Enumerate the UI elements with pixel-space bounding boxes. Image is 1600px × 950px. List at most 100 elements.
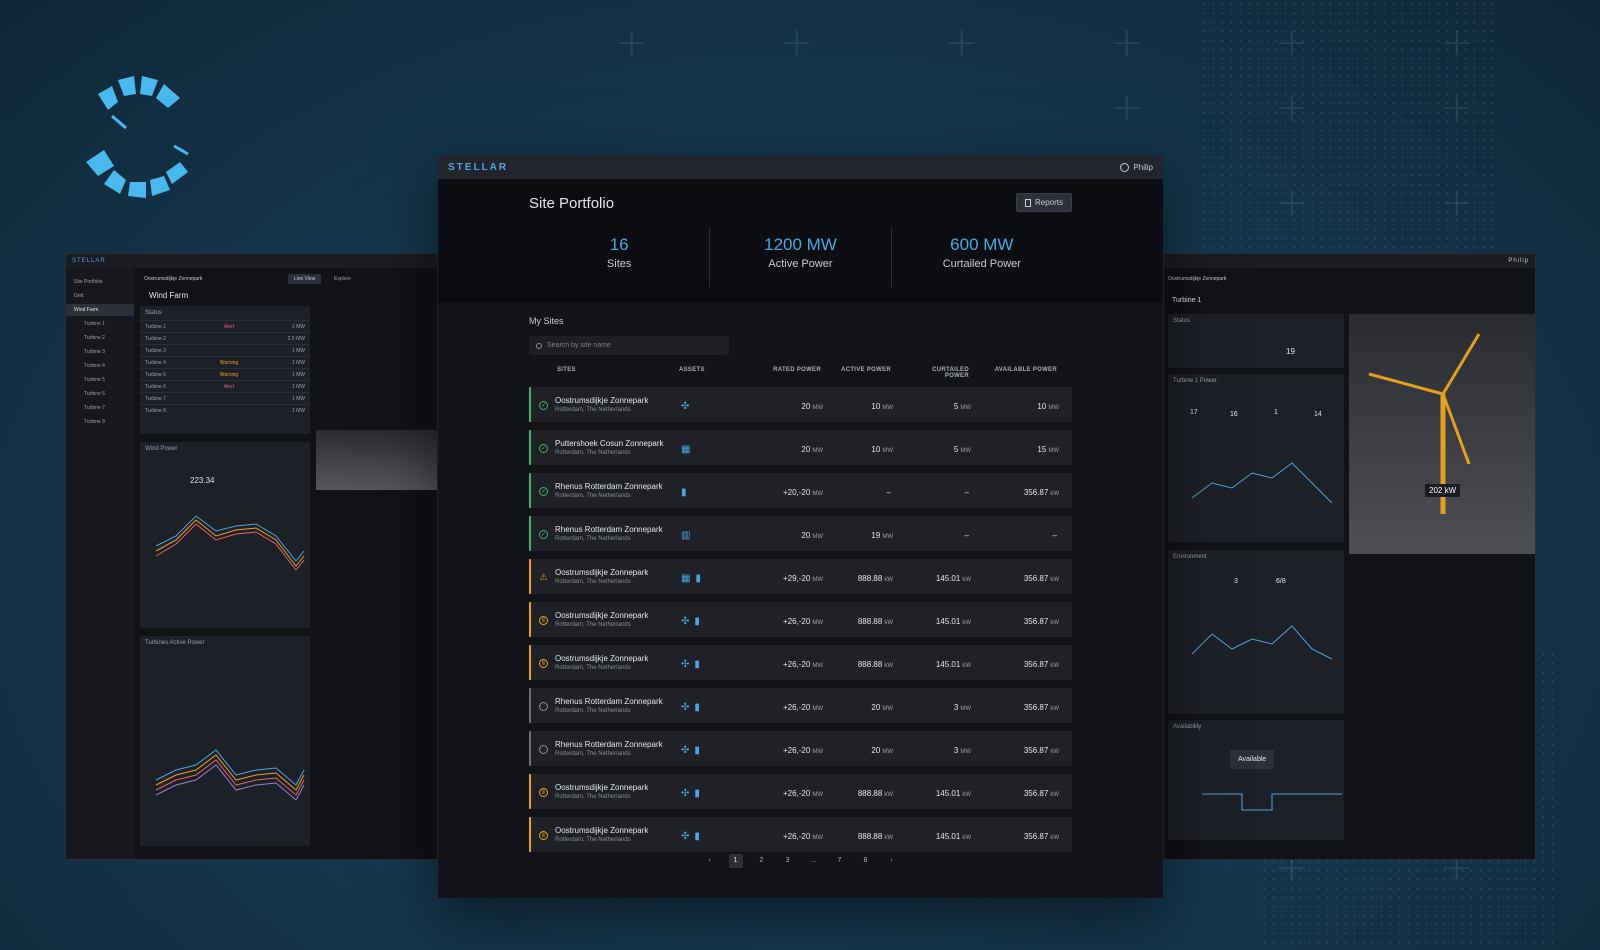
site-name[interactable]: Oostrumsdijkje Zonnepark [555, 611, 681, 620]
sidebar-item[interactable]: Site Portfolio [66, 276, 134, 288]
sidebar-item[interactable]: Turbine 5 [66, 374, 134, 386]
table-row[interactable]: Ⅱ Oostrumsdijkje Zonnepark Rotterdam, The … [529, 645, 1072, 680]
brand-logo[interactable]: STELLAR [448, 162, 508, 173]
status-row[interactable]: Turbine 5 Warning 1 MW [140, 368, 310, 380]
site-name[interactable]: Oostrumsdijkje Zonnepark [555, 826, 681, 835]
explore-toggle[interactable]: Explore [328, 274, 357, 284]
assets-cell: ✣ ▮ [681, 740, 741, 758]
wind-turbine-icon[interactable]: ✣ [681, 831, 689, 842]
site-name[interactable]: Oostrumsdijkje Zonnepark [555, 783, 681, 792]
site-name[interactable]: Rhenus Rotterdam Zonnepark [555, 697, 681, 706]
site-name[interactable]: Oostrumsdijkje Zonnepark [555, 568, 681, 577]
status-row[interactable]: Turbine 8 1 MW [140, 404, 310, 416]
page-number[interactable]: 8 [859, 854, 873, 868]
site-name[interactable]: Oostrumsdijkje Zonnepark [555, 396, 681, 405]
portfolio-header: Site Portfolio Reports 16 Sites 1200 MW … [438, 179, 1163, 302]
column-header[interactable]: RATED POWER [739, 367, 839, 379]
kpi-value: 600 MW [950, 235, 1014, 254]
search-input[interactable] [547, 342, 707, 349]
status-row[interactable]: Turbine 4 Warning 1 MW [140, 356, 310, 368]
battery-icon[interactable]: ▮ [681, 487, 687, 498]
status-row[interactable]: Turbine 7 1 MW [140, 392, 310, 404]
sidebar-item[interactable]: Turbine 1 [66, 318, 134, 330]
avail-power-cell: 356.87 kW [991, 697, 1065, 715]
page-number[interactable]: 1 [728, 854, 743, 868]
power-value: +26,-20 [782, 745, 811, 755]
site-name[interactable]: Puttershoek Cosun Zonnepark [555, 439, 681, 448]
sidebar-item[interactable]: Wind Farm [66, 304, 134, 316]
sites-table-body: ✓ Oostrumsdijkje Zonnepark Rotterdam, The … [529, 387, 1072, 852]
battery-icon[interactable]: ▮ [695, 573, 701, 584]
active-power-cell: 888.88 kW [841, 568, 913, 586]
site-cell: ✓ Puttershoek Cosun Zonnepark Rotterdam, T… [531, 439, 681, 456]
plus-decoration: + [1275, 20, 1309, 66]
column-header[interactable]: CURTAILED POWER [911, 367, 989, 379]
turbine-3d-view[interactable]: 202 kW [1349, 314, 1535, 554]
solar-panel-icon[interactable]: ▦ [681, 444, 690, 455]
sidebar-item[interactable]: Turbine 8 [66, 416, 134, 428]
site-name[interactable]: Rhenus Rotterdam Zonnepark [555, 525, 681, 534]
status-row[interactable]: Turbine 1 Alert 2 MW [140, 320, 310, 332]
page-title: Site Portfolio [529, 195, 615, 212]
table-row[interactable]: Ⅱ Oostrumsdijkje Zonnepark Rotterdam, The … [529, 817, 1072, 852]
site-cell: Ⅱ Oostrumsdijkje Zonnepark Rotterdam, The … [531, 611, 681, 628]
sidebar-item[interactable]: Grid [66, 290, 134, 302]
column-header[interactable]: AVAILABLE POWER [989, 367, 1063, 379]
wind-farm-3d-view[interactable] [316, 430, 437, 490]
reports-button[interactable]: Reports [1015, 193, 1072, 212]
right-site-selector[interactable]: Oostrumsdijkje Zonnepark [1168, 276, 1226, 282]
column-header[interactable]: ACTIVE POWER [839, 367, 911, 379]
sidebar-item[interactable]: Turbine 2 [66, 332, 134, 344]
table-row[interactable]: ✓ Oostrumsdijkje Zonnepark Rotterdam, The … [529, 387, 1072, 422]
wind-turbine-icon[interactable]: ✣ [681, 401, 689, 412]
battery-icon[interactable]: ▮ [694, 831, 700, 842]
table-row[interactable]: ✓ Rhenus Rotterdam Zonnepark Rotterdam, Th… [529, 516, 1072, 551]
status-row[interactable]: Turbine 2 2.5 MW [140, 332, 310, 344]
battery-icon[interactable]: ▮ [694, 745, 700, 756]
wind-turbine-icon[interactable]: ✣ [681, 616, 689, 627]
table-row[interactable]: ✓ Rhenus Rotterdam Zonnepark Rotterdam, Th… [529, 473, 1072, 508]
battery-icon[interactable]: ▮ [694, 616, 700, 627]
sidebar-item[interactable]: Turbine 7 [66, 402, 134, 414]
sidebar-item[interactable]: Turbine 4 [66, 360, 134, 372]
status-row[interactable]: Turbine 3 1 MW [140, 344, 310, 356]
live-view-toggle[interactable]: Live View [288, 274, 322, 284]
search-box[interactable] [529, 336, 729, 355]
sidebar-item[interactable]: Turbine 3 [66, 346, 134, 358]
left-site-selector[interactable]: Oostrumsdijkje Zonnepark [144, 276, 202, 282]
wind-turbine-icon[interactable]: ✣ [681, 788, 689, 799]
page-number[interactable]: 3 [781, 854, 795, 868]
table-row[interactable]: ⚠ Oostrumsdijkje Zonnepark Rotterdam, The … [529, 559, 1072, 594]
battery-icon[interactable]: ▮ [694, 702, 700, 713]
column-header[interactable]: SITES [529, 367, 679, 379]
table-row[interactable]: Ⅱ Oostrumsdijkje Zonnepark Rotterdam, The … [529, 602, 1072, 637]
table-row[interactable]: ✓ Puttershoek Cosun Zonnepark Rotterdam, T… [529, 430, 1072, 465]
battery-icon[interactable]: ▮ [694, 659, 700, 670]
page-number[interactable]: 7 [833, 854, 847, 868]
table-row[interactable]: Ⅱ Oostrumsdijkje Zonnepark Rotterdam, The … [529, 774, 1072, 809]
assets-cell: ✣ [681, 396, 741, 414]
table-row[interactable]: ◌ Rhenus Rotterdam Zonnepark Rotterdam, Th… [529, 731, 1072, 766]
right-window-user[interactable]: Philip [1164, 254, 1535, 268]
power-unit: kW [884, 791, 893, 798]
status-row[interactable]: Turbine 6 Alert 1 MW [140, 380, 310, 392]
site-name[interactable]: Oostrumsdijkje Zonnepark [555, 654, 681, 663]
site-location: Rotterdam, The Netherlands [555, 536, 631, 542]
table-row[interactable]: ◌ Rhenus Rotterdam Zonnepark Rotterdam, Th… [529, 688, 1072, 723]
user-menu[interactable]: Philip [1120, 163, 1153, 172]
wind-turbine-icon[interactable]: ✣ [681, 702, 689, 713]
solar-panel-icon[interactable]: ▦ [681, 573, 690, 584]
available-down-value: 14 [1314, 411, 1322, 418]
grid-icon[interactable]: ▥ [681, 530, 690, 541]
site-name[interactable]: Rhenus Rotterdam Zonnepark [555, 482, 681, 491]
site-name[interactable]: Rhenus Rotterdam Zonnepark [555, 740, 681, 749]
sidebar-item[interactable]: Turbine 6 [66, 388, 134, 400]
search-icon [536, 342, 542, 349]
next-page-icon[interactable]: › [885, 854, 899, 868]
prev-page-icon[interactable]: ‹ [703, 854, 717, 868]
page-number[interactable]: 2 [755, 854, 769, 868]
battery-icon[interactable]: ▮ [694, 788, 700, 799]
wind-turbine-icon[interactable]: ✣ [681, 745, 689, 756]
column-header[interactable]: ASSETS [679, 367, 739, 379]
wind-turbine-icon[interactable]: ✣ [681, 659, 689, 670]
